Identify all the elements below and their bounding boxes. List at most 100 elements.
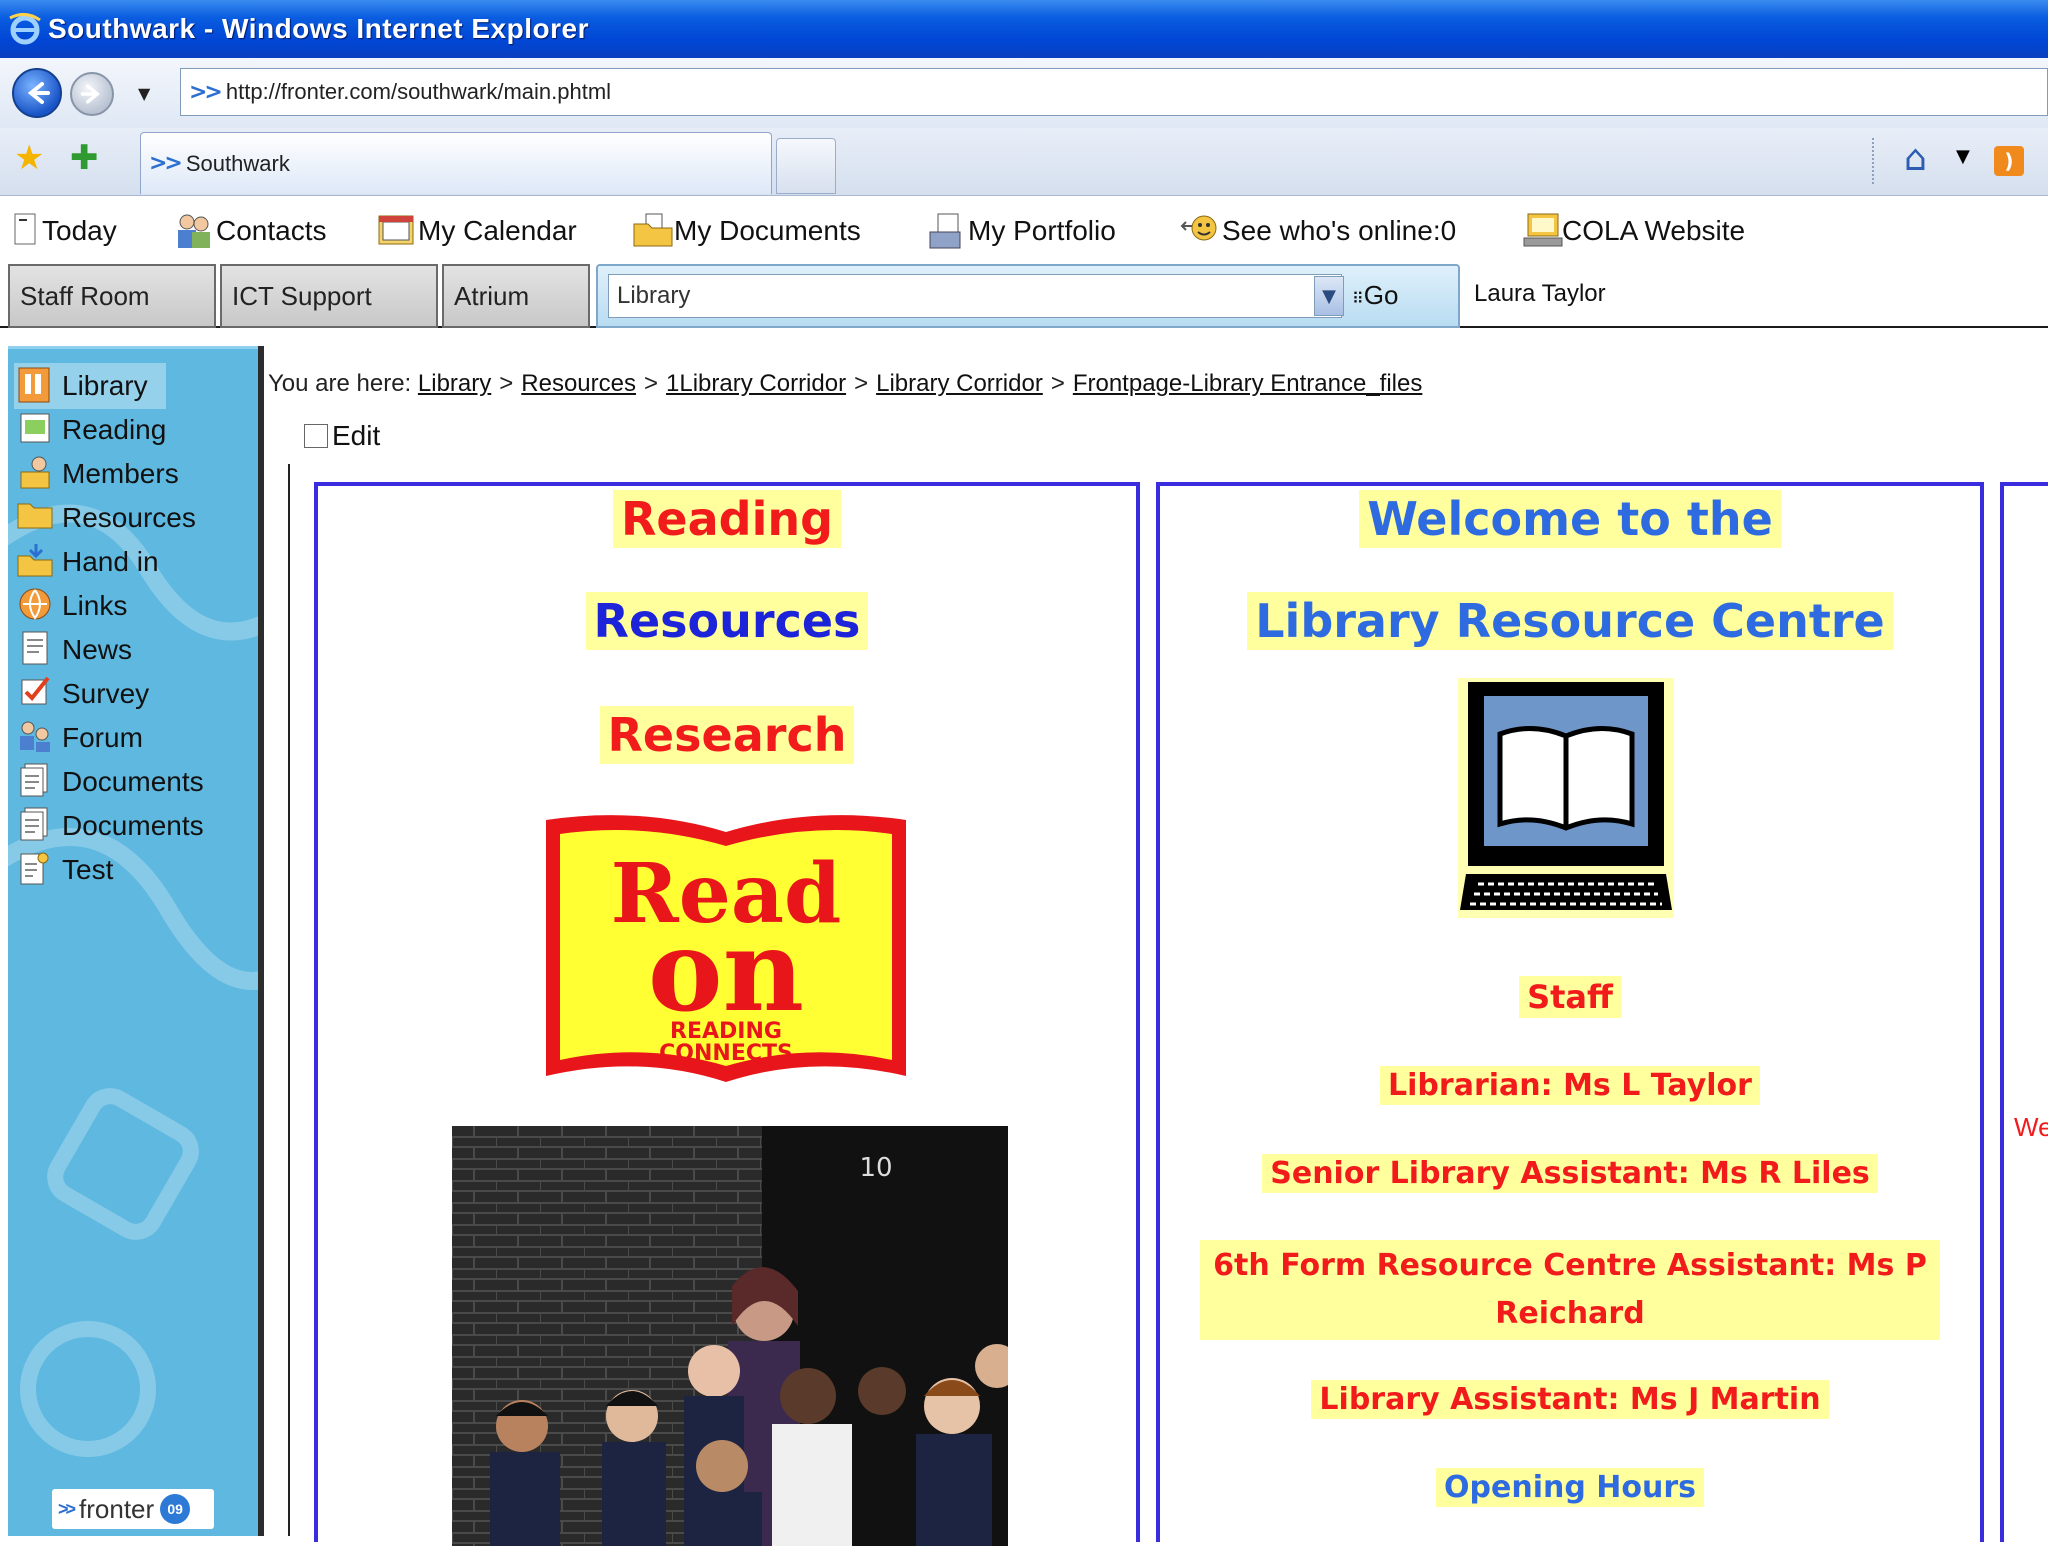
sidebar-item-documents-2[interactable]: Documents <box>14 803 254 849</box>
breadcrumb-1library-corridor[interactable]: 1Library Corridor <box>666 370 846 397</box>
fronter-favicon-icon: >> <box>189 79 223 105</box>
sidebar-item-members[interactable]: Members <box>14 451 254 497</box>
sidebar-item-forum[interactable]: Forum <box>14 715 254 761</box>
sidebar-item-resources[interactable]: Resources <box>14 495 254 541</box>
content-left-rule <box>288 464 290 1536</box>
survey-icon <box>14 674 56 714</box>
url-input[interactable]: >> http://fronter.com/southwark/main.pht… <box>180 68 2048 116</box>
staff-sixth-form-assistant: 6th Form Resource Centre Assistant: Ms P… <box>1200 1240 1940 1340</box>
folder-icon <box>14 498 56 538</box>
breadcrumb-library[interactable]: Library <box>418 370 491 397</box>
breadcrumb-frontpage-files[interactable]: Frontpage-Library Entrance_files <box>1073 370 1423 397</box>
room-sidebar: Library Reading Members Resources Hand i… <box>8 346 260 1536</box>
read-on-small-2: CONNECTS <box>659 1041 793 1066</box>
right-panel-text: We <box>2014 1112 2048 1142</box>
go-button[interactable]: ⠿Go <box>1352 280 1398 311</box>
sidebar-item-documents-1[interactable]: Documents <box>14 759 254 805</box>
edit-toggle[interactable]: Edit <box>304 420 380 452</box>
room-select[interactable]: Library <box>608 274 1342 318</box>
students-photo[interactable]: 10 <box>452 1126 1008 1546</box>
sidebar-item-survey[interactable]: Survey <box>14 671 254 717</box>
topnav-today[interactable]: Today <box>10 210 117 252</box>
forward-button[interactable] <box>70 72 114 116</box>
favorites-star-icon[interactable]: ★ <box>14 138 44 178</box>
right-panel-cropped: We <box>2000 482 2048 1542</box>
breadcrumb-resources[interactable]: Resources <box>521 370 636 397</box>
online-icon <box>1180 212 1220 250</box>
home-icon[interactable]: ⌂ <box>1904 138 1927 179</box>
go-dot-icon: ⠿ <box>1352 291 1364 308</box>
room-selector-area: Library ▼ ⠿Go <box>596 264 1460 328</box>
opening-hours-heading[interactable]: Opening Hours <box>1436 1468 1704 1507</box>
internet-explorer-icon <box>8 12 42 46</box>
reading-resources-panel: Reading Resources Research Read on READI… <box>314 482 1140 1546</box>
read-on-book-image[interactable]: Read on READING CONNECTS <box>540 810 912 1088</box>
room-tab-ict-support[interactable]: ICT Support <box>220 264 438 328</box>
links-icon <box>14 586 56 626</box>
door-number: 10 <box>859 1153 892 1183</box>
browser-tab-active[interactable]: >> Southwark <box>140 132 772 194</box>
back-arrow-icon <box>27 82 50 104</box>
portfolio-icon <box>926 212 966 250</box>
window-title-bar: Southwark - Windows Internet Explorer <box>0 0 2048 58</box>
library-icon <box>14 366 56 406</box>
room-tab-staff-room[interactable]: Staff Room <box>8 264 216 328</box>
sidebar-item-test[interactable]: Test <box>14 847 254 893</box>
staff-library-assistant: Library Assistant: Ms J Martin <box>1311 1380 1829 1419</box>
news-icon <box>14 630 56 670</box>
sidebar-item-links[interactable]: Links <box>14 583 254 629</box>
welcome-panel: Welcome to the Library Resource Centre S… <box>1156 482 1984 1542</box>
welcome-title-1: Welcome to the <box>1359 490 1781 548</box>
sidebar-item-hand-in[interactable]: Hand in <box>14 539 254 585</box>
heading-resources: Resources <box>585 592 869 650</box>
browser-tab-bar: ★ ✚ >> Southwark ⌂ ▼ ) <box>0 128 2048 196</box>
toolbar-separator <box>1872 138 1874 184</box>
fronter-logo: >> fronter 09 <box>52 1489 214 1529</box>
new-tab-button[interactable] <box>776 138 836 194</box>
forum-icon <box>14 718 56 758</box>
room-tabs-row: Staff Room ICT Support Atrium Library ▼ … <box>0 264 2048 328</box>
edit-checkbox[interactable] <box>304 424 328 448</box>
home-dropdown-icon[interactable]: ▼ <box>1956 146 1970 167</box>
forward-arrow-icon <box>80 84 100 104</box>
add-favorite-icon[interactable]: ✚ <box>70 138 99 178</box>
browser-tab-label: Southwark <box>185 150 290 176</box>
fronter-arrow-icon: >> <box>58 1498 76 1519</box>
url-text: http://fronter.com/southwark/main.phtml <box>225 79 612 104</box>
topnav-who-online[interactable]: See who's online:0 <box>1180 210 1456 252</box>
topnav-my-calendar[interactable]: My Calendar <box>376 210 577 252</box>
user-name[interactable]: Laura Taylor <box>1474 280 1606 308</box>
folder-icon <box>632 212 673 250</box>
document-icon <box>14 762 56 802</box>
breadcrumb: You are here: Library > Resources >1Library… <box>268 370 1423 397</box>
rss-feed-icon[interactable]: ) <box>1994 146 2024 176</box>
main-content: You are here: Library > Resources >1Library… <box>264 346 2048 1546</box>
fronter-top-nav: Today Contacts My Calendar My Documents … <box>0 196 2048 266</box>
test-icon <box>14 850 56 890</box>
chevron-down-icon[interactable]: ▼ <box>1314 276 1344 316</box>
back-button[interactable] <box>12 68 62 118</box>
topnav-cola-website[interactable]: COLA Website <box>1520 210 1745 252</box>
topnav-contacts[interactable]: Contacts <box>174 210 327 252</box>
document-icon <box>14 806 56 846</box>
hand-in-icon <box>14 542 56 582</box>
topnav-my-documents[interactable]: My Documents <box>632 210 861 252</box>
staff-senior-assistant: Senior Library Assistant: Ms R Liles <box>1262 1154 1878 1193</box>
room-tab-atrium[interactable]: Atrium <box>442 264 590 328</box>
breadcrumb-library-corridor[interactable]: Library Corridor <box>876 370 1043 397</box>
sidebar-item-library[interactable]: Library <box>14 363 166 409</box>
recent-pages-dropdown-icon[interactable]: ▼ <box>138 84 150 103</box>
fronter-favicon-icon: >> <box>149 151 183 176</box>
address-bar: ▼ >> http://fronter.com/southwark/main.p… <box>0 58 2048 128</box>
read-on-big-2: on <box>648 906 804 1037</box>
topnav-my-portfolio[interactable]: My Portfolio <box>926 210 1116 252</box>
sidebar-item-reading[interactable]: Reading <box>14 407 254 453</box>
library-computer-icon <box>1458 678 1674 918</box>
staff-librarian: Librarian: Ms L Taylor <box>1380 1066 1760 1105</box>
sidebar-item-news[interactable]: News <box>14 627 254 673</box>
window-title: Southwark - Windows Internet Explorer <box>48 13 589 44</box>
calendar-icon <box>376 212 416 250</box>
website-icon <box>1520 212 1563 250</box>
contacts-icon <box>174 212 214 250</box>
today-icon <box>10 212 40 250</box>
